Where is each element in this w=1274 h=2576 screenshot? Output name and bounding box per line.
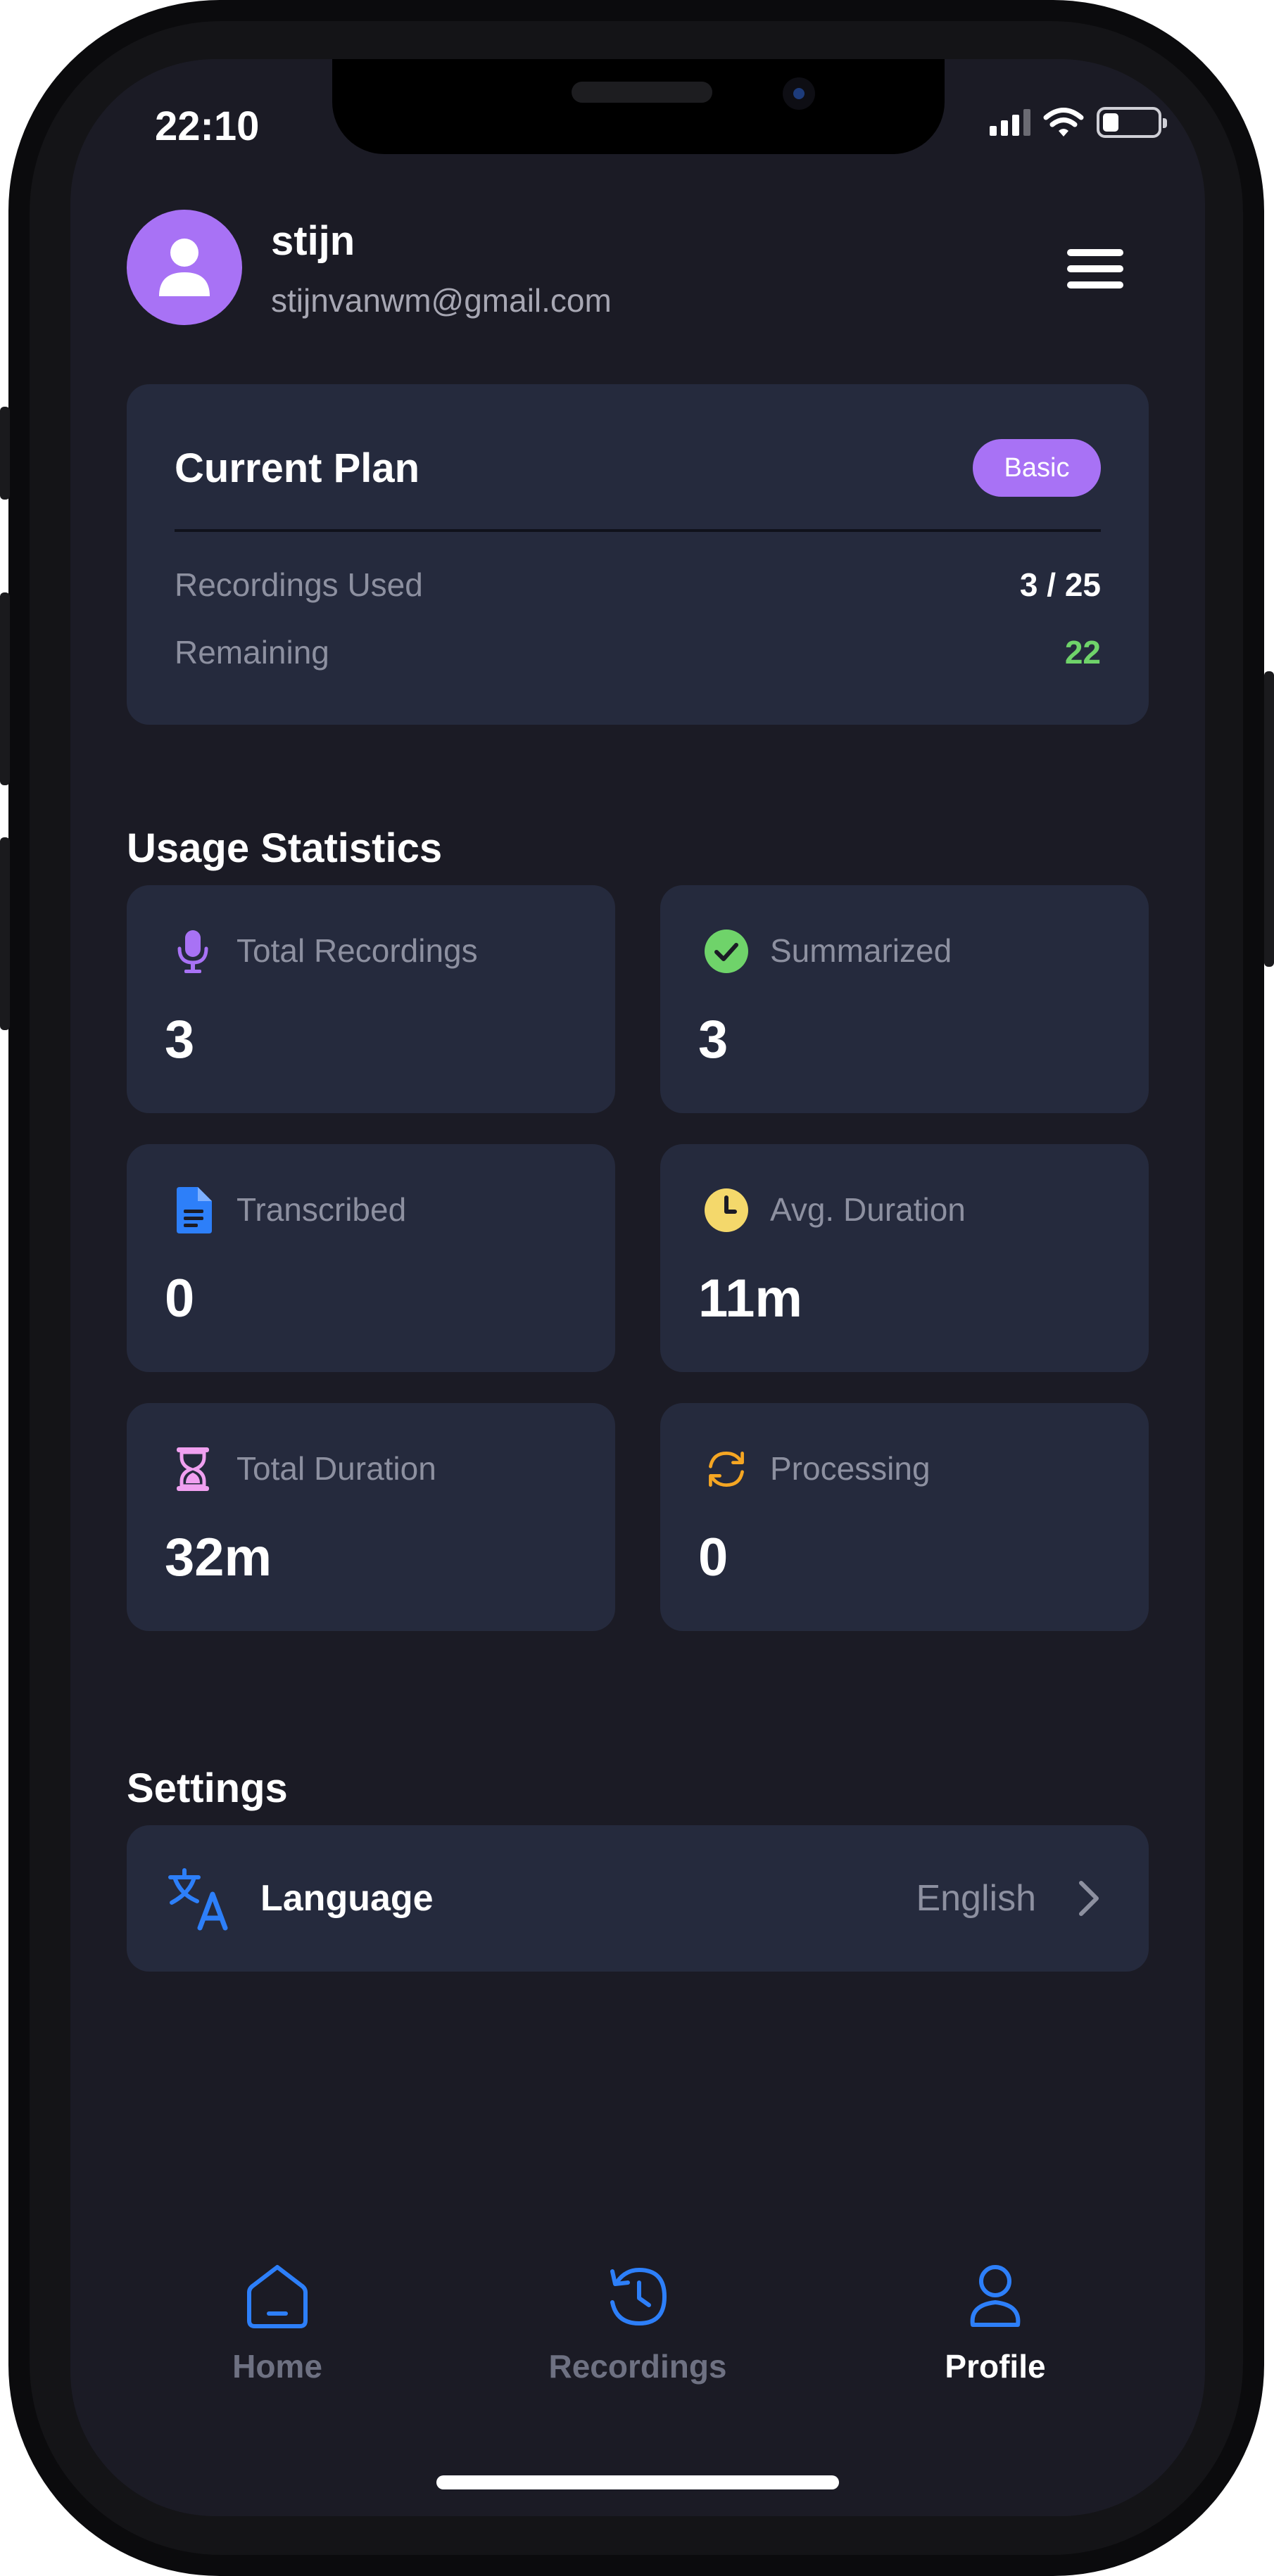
translate-icon [168, 1868, 228, 1931]
volume-up-button [0, 592, 10, 785]
status-time: 22:10 [155, 103, 260, 149]
stat-card-total-recordings: Total Recordings 3 [127, 885, 615, 1113]
stat-card-summarized: Summarized 3 [660, 885, 1149, 1113]
hourglass-icon [170, 1447, 215, 1492]
nav-label-home: Home [232, 2348, 322, 2385]
recordings-used-value: 3 / 25 [1019, 566, 1101, 603]
plan-divider [175, 529, 1101, 532]
stat-value: 11m [698, 1269, 802, 1328]
stat-value: 32m [165, 1528, 272, 1587]
cellular-signal-icon [990, 109, 1030, 136]
nav-label-recordings: Recordings [548, 2348, 727, 2385]
stat-label: Total Recordings [236, 932, 478, 969]
nav-tab-profile[interactable]: Profile [890, 2261, 1101, 2385]
status-icons [990, 107, 1167, 138]
stat-card-total-duration: Total Duration 32m [127, 1403, 615, 1631]
settings-title: Settings [127, 1765, 288, 1811]
front-camera [783, 77, 815, 110]
language-value: English [916, 1878, 1036, 1919]
home-indicator[interactable] [436, 2475, 839, 2489]
battery-icon [1097, 107, 1167, 138]
remaining-label: Remaining [175, 634, 329, 671]
clock-icon [704, 1188, 749, 1233]
stat-card-processing: Processing 0 [660, 1403, 1149, 1631]
plan-title: Current Plan [175, 445, 420, 491]
earpiece-speaker [572, 82, 712, 103]
user-icon [970, 2265, 1021, 2327]
stat-value: 3 [698, 1010, 729, 1070]
nav-tab-recordings[interactable]: Recordings [532, 2261, 743, 2385]
power-button [1264, 671, 1274, 967]
plan-badge: Basic [973, 439, 1101, 497]
current-plan-card: Current Plan Basic Recordings Used 3 / 2… [127, 384, 1149, 725]
user-email: stijnvanwm@gmail.com [271, 282, 612, 319]
home-icon [247, 2265, 308, 2328]
language-setting-row[interactable]: Language English [127, 1825, 1149, 1972]
stat-label: Total Duration [236, 1450, 436, 1487]
history-icon [610, 2267, 667, 2326]
stat-label: Avg. Duration [770, 1191, 966, 1228]
stat-card-transcribed: Transcribed 0 [127, 1144, 615, 1372]
recordings-used-label: Recordings Used [175, 566, 423, 603]
refresh-icon [704, 1447, 749, 1492]
stat-value: 0 [165, 1269, 195, 1328]
language-label: Language [260, 1878, 434, 1919]
stat-label: Processing [770, 1450, 931, 1487]
stat-card-avg-duration: Avg. Duration 11m [660, 1144, 1149, 1372]
microphone-icon [170, 929, 215, 974]
stat-value: 3 [165, 1010, 195, 1070]
nav-label-profile: Profile [945, 2348, 1046, 2385]
stat-value: 0 [698, 1528, 729, 1587]
nav-tab-home[interactable]: Home [172, 2261, 383, 2385]
check-circle-icon [704, 929, 749, 974]
remaining-value: 22 [1064, 634, 1101, 671]
chevron-right-icon [1079, 1881, 1099, 1916]
user-avatar-icon [159, 239, 210, 296]
document-icon [170, 1187, 215, 1233]
avatar[interactable] [127, 210, 242, 325]
volume-down-button [0, 837, 10, 1030]
stat-label: Transcribed [236, 1191, 407, 1228]
user-name: stijn [271, 218, 355, 264]
silent-switch [0, 407, 10, 500]
wifi-icon [1043, 108, 1084, 137]
app-screen: 22:10 stijn stijnvanwm@gmail.com Current… [70, 59, 1205, 2516]
hamburger-menu-icon[interactable] [1061, 243, 1129, 294]
notch [332, 59, 945, 154]
stat-label: Summarized [770, 932, 952, 969]
usage-statistics-title: Usage Statistics [127, 825, 443, 871]
